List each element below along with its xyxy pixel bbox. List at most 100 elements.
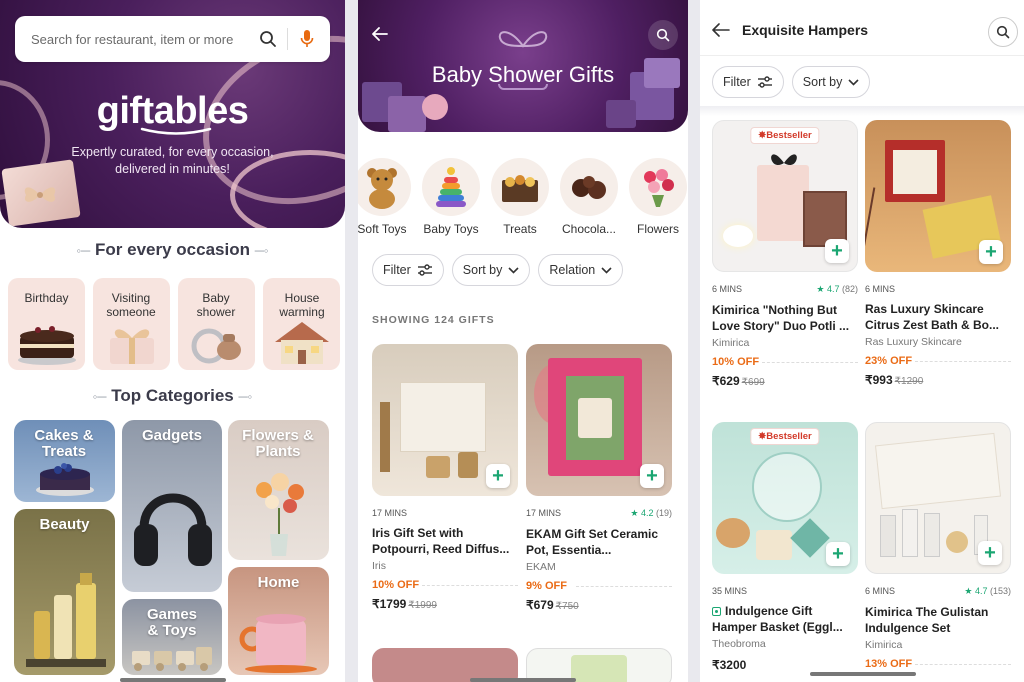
search-icon[interactable]: [257, 28, 279, 50]
gift-icon: [109, 329, 154, 364]
occasion-label: Baby shower: [196, 291, 236, 319]
back-arrow-icon[interactable]: [712, 23, 730, 37]
search-bar[interactable]: Search for restaurant, item or more: [15, 16, 330, 62]
cookies-image: [756, 530, 792, 560]
candle-image: [458, 452, 478, 478]
rating-value: ★ 4.2: [630, 508, 654, 518]
subcategory-flowers[interactable]: Flowers: [628, 158, 688, 236]
delivery-time: 6 MINS: [865, 586, 896, 596]
chevron-down-icon: [601, 266, 612, 274]
product-brand: Kimirica: [712, 337, 750, 349]
add-to-cart-button[interactable]: +: [486, 464, 510, 488]
divider: [700, 106, 1024, 116]
filter-chips: Filter Sort by: [712, 66, 871, 98]
product-meta: 17 MINS: [372, 508, 518, 518]
search-button[interactable]: [988, 17, 1018, 47]
category-cakes-treats[interactable]: Cakes & Treats: [14, 420, 115, 502]
product-card[interactable]: + 6 MINS Ras Luxury Skincare Citrus Zest…: [865, 120, 1011, 387]
section-title-text: For every occasion: [95, 240, 250, 259]
product-name: Kimirica The Gulistan Indulgence Set: [865, 605, 989, 635]
add-to-cart-button[interactable]: +: [826, 542, 850, 566]
occasion-birthday[interactable]: Birthday: [8, 278, 85, 370]
occasion-house-warming[interactable]: House warming: [263, 278, 340, 370]
add-to-cart-button[interactable]: +: [978, 541, 1002, 565]
category-beauty[interactable]: Beauty: [14, 509, 115, 675]
back-arrow-icon[interactable]: [372, 27, 388, 41]
exquisite-hampers-screen: Exquisite Hampers Filter Sort by ✸Bestse…: [700, 0, 1024, 682]
bouquet-icon: [629, 158, 687, 216]
filter-button[interactable]: Filter: [372, 254, 444, 286]
price: ₹629 ₹699: [712, 374, 858, 388]
cake-image: [716, 518, 750, 548]
baby-shower-gifts-screen: Baby Shower Gifts Soft Toys Baby Toys Tr…: [358, 0, 688, 682]
reed-diffuser-image: [380, 402, 390, 472]
search-placeholder[interactable]: Search for restaurant, item or more: [31, 32, 257, 47]
product-image: +: [865, 422, 1011, 574]
product-card[interactable]: + 17 MINS ★ 4.2 (19) EKAM Gift Set Ceram…: [526, 344, 672, 612]
category-flowers-plants[interactable]: Flowers & Plants: [228, 420, 329, 560]
relation-dropdown[interactable]: Relation: [538, 254, 624, 286]
bestseller-badge: ✸Bestseller: [750, 127, 820, 144]
product-card[interactable]: + 6 MINS ★ 4.7 (153) Kimirica The Gulist…: [865, 422, 1011, 670]
occasion-visiting-someone[interactable]: Visiting someone: [93, 278, 170, 370]
occasion-label: Visiting someone: [106, 291, 156, 319]
subcategory-label: Treats: [503, 222, 537, 236]
sort-by-dropdown[interactable]: Sort by: [451, 254, 531, 286]
tagline-line: Expertly curated, for every occasion,: [71, 145, 274, 159]
product-meta: 17 MINS ★ 4.2 (19): [526, 508, 672, 519]
add-to-cart-button[interactable]: +: [640, 464, 664, 488]
delivery-time: 6 MINS: [865, 284, 896, 294]
product-brand: Ras Luxury Skincare: [865, 336, 962, 348]
cake-image-icon: [36, 463, 94, 496]
sort-by-dropdown[interactable]: Sort by: [791, 66, 871, 98]
product-card[interactable]: + 17 MINS Iris Gift Set with Potpourri, …: [372, 344, 518, 611]
product-card-partial[interactable]: [372, 648, 518, 682]
delivery-time: 6 MINS: [712, 284, 743, 294]
delivery-time: 17 MINS: [372, 508, 408, 518]
page-title: Baby Shower Gifts: [431, 62, 615, 87]
teddy-bear-icon: [358, 158, 411, 216]
chip-label: Sort by: [462, 263, 503, 277]
chip-label: Filter: [383, 263, 411, 277]
price: ₹679 ₹750: [526, 598, 672, 612]
product-image: [571, 655, 627, 682]
category-gadgets[interactable]: Gadgets: [122, 420, 222, 592]
search-button[interactable]: [648, 20, 678, 50]
add-to-cart-button[interactable]: +: [825, 239, 849, 263]
tagline: Expertly curated, for every occasion, de…: [0, 144, 345, 178]
occasion-baby-shower[interactable]: Baby shower: [178, 278, 255, 370]
results-count: SHOWING 124 GIFTS: [372, 314, 495, 326]
product-meta: 6 MINS ★ 4.7 (153): [865, 586, 1011, 597]
product-card[interactable]: ✸Bestseller + 6 MINS ★ 4.7 (82) Kimirica…: [712, 120, 858, 388]
hamper-basket-image: [752, 452, 822, 522]
filter-sliders-icon: [417, 264, 432, 276]
microphone-icon[interactable]: [296, 28, 318, 50]
title-decoration-icon: ◦─: [92, 389, 107, 404]
category-games-toys[interactable]: Games & Toys: [122, 599, 222, 675]
delivery-time: 35 MINS: [712, 586, 748, 596]
price: ₹3200: [712, 658, 858, 672]
ribbon-icon: ✸: [758, 431, 767, 442]
gift-box-image: [757, 165, 809, 241]
category-label: Gadgets: [141, 427, 202, 444]
subcategory-chocolates[interactable]: Chocola...: [559, 158, 619, 236]
current-price: ₹1799: [372, 597, 407, 611]
box-image: [790, 518, 830, 558]
product-card-partial[interactable]: [526, 648, 672, 682]
subcategory-baby-toys[interactable]: Baby Toys: [421, 158, 481, 236]
subcategory-soft-toys[interactable]: Soft Toys: [358, 158, 412, 236]
product-card[interactable]: ✸Bestseller + 35 MINS Indulgence Gift Ha…: [712, 422, 858, 672]
current-price: ₹3200: [712, 658, 747, 672]
subcategory-treats[interactable]: Treats: [490, 158, 550, 236]
gift-box-image: [388, 96, 426, 132]
divider: [287, 28, 288, 50]
category-home[interactable]: Home: [228, 567, 329, 675]
product-image: ✸Bestseller +: [712, 422, 858, 574]
logo-swoosh-icon: [140, 127, 212, 135]
add-to-cart-button[interactable]: +: [979, 240, 1003, 264]
bestseller-badge: ✸Bestseller: [750, 428, 820, 445]
discount-label: 9% OFF: [526, 580, 672, 592]
filter-button[interactable]: Filter: [712, 66, 784, 98]
rating-value: ★ 4.7: [816, 284, 840, 294]
house-icon: [274, 322, 329, 364]
